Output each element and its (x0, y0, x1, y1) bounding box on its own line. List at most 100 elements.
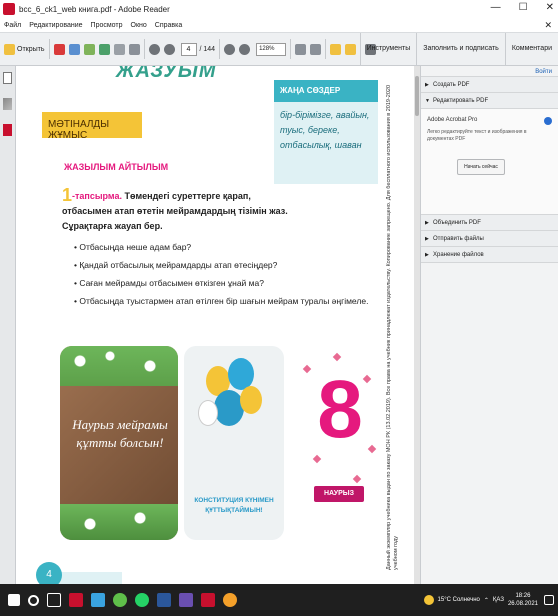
product-description: Легко редактируйте текст и изображения в… (427, 129, 527, 142)
comment-tab[interactable]: Комментари (504, 33, 558, 65)
constitution-day-image: КОНСТИТУЦИЯ КҮНІМЕН ҚҰТТЫҚТАЙМЫН! (184, 346, 284, 540)
chevron-right-icon: ▶ (425, 252, 429, 258)
nauryz-card-caption: Наурыз мейрамы құтты болсын! (72, 417, 168, 450)
task-label: -тапсырма. (72, 191, 122, 201)
page-total: / 144 (199, 45, 216, 53)
toolbar-divider (219, 39, 221, 59)
title-bar: bcc_6_ck1_web книга.pdf - Adobe Reader —… (0, 0, 558, 18)
export-icon[interactable] (83, 43, 95, 55)
app-icon[interactable] (69, 593, 83, 607)
edge-icon[interactable] (91, 593, 105, 607)
copyright-side-text: Данный экземпляр учебника выдан по заказ… (386, 84, 399, 570)
create-pdf-icon[interactable] (53, 43, 65, 55)
attachments-icon[interactable] (3, 124, 12, 136)
question-item: • Қандай отбасылық мейрамдарды атап өтес… (74, 260, 278, 270)
toolbar-divider (143, 39, 145, 59)
comment-icon[interactable] (330, 43, 342, 55)
send-files-section[interactable]: ▶ Отправить файлы (421, 231, 558, 247)
windows-start-icon[interactable] (8, 594, 20, 606)
chevron-down-icon: ▼ (425, 98, 430, 104)
tools-pane: Войти ▶ Создать PDF ▼ Редактировать PDF Ad… (420, 66, 558, 584)
close-button[interactable]: ✕ (546, 2, 554, 13)
pen-icon[interactable] (3, 98, 12, 110)
zoom-in-icon[interactable] (239, 43, 251, 55)
page-up-icon[interactable] (148, 43, 160, 55)
page-down-icon[interactable] (163, 43, 175, 55)
balloon (240, 386, 262, 414)
section-label: МӘТІНАЛДЫ ЖҰМЫС (42, 112, 142, 141)
new-words-body: бір-бірімізге, авайын, туыс, береке, отб… (274, 102, 378, 184)
menu-edit[interactable]: Редактирование (29, 22, 82, 29)
whatsapp-icon[interactable] (135, 593, 149, 607)
task-view-icon[interactable] (47, 593, 61, 607)
open-button[interactable]: Открыть (4, 43, 45, 55)
clock[interactable]: 18:26 26.08.2021 (508, 592, 538, 608)
create-pdf-section[interactable]: ▶ Создать PDF (421, 77, 558, 93)
network-icon[interactable]: ⌃ (484, 597, 489, 604)
task-statement: 1-тапсырма. Төмендегі суреттерге қарап, … (62, 186, 292, 234)
page-heading-fragment: ЖАЗУЫМ (116, 66, 217, 82)
weather-text[interactable]: 15°C Солнечно (438, 597, 480, 603)
start-now-button[interactable]: Начать сейчас (457, 159, 505, 175)
tools-tab[interactable]: Инструменты (359, 33, 417, 65)
product-name: Adobe Acrobat Pro (427, 117, 478, 123)
sign-in-link[interactable]: Войти (421, 66, 558, 77)
fit-page-icon[interactable] (295, 43, 307, 55)
activity-writing: ЖАЗЫЛЫМ (64, 162, 116, 172)
zoom-select[interactable]: 128% (256, 42, 287, 56)
toolbar: Открыть 4 / 144 128% Инструменты Заполни… (0, 32, 558, 66)
constitution-day-caption: КОНСТИТУЦИЯ КҮНІМЕН ҚҰТТЫҚТАЙМЫН! (194, 497, 274, 514)
store-files-section[interactable]: ▶ Хранение файлов (421, 247, 558, 263)
page-thumbnails-icon[interactable] (3, 72, 12, 84)
edit-pdf-section[interactable]: ▼ Редактировать PDF (421, 93, 558, 109)
combine-pdf-section[interactable]: ▶ Объединить PDF (421, 215, 558, 231)
print-icon[interactable] (113, 43, 125, 55)
fill-sign-tab[interactable]: Заполнить и подписать (416, 33, 505, 65)
notifications-icon[interactable] (544, 595, 554, 605)
open-label: Открыть (17, 45, 45, 53)
toolbar-divider (48, 39, 50, 59)
help-icon[interactable] (544, 117, 552, 125)
scrollbar-thumb[interactable] (415, 76, 419, 116)
firefox-icon[interactable] (223, 593, 237, 607)
highlight-icon[interactable] (345, 43, 357, 55)
adobe-reader-icon[interactable] (201, 593, 215, 607)
menu-window[interactable]: Окно (131, 22, 147, 29)
close-document-button[interactable]: ✕ (544, 20, 552, 31)
question-item: • Саған мейрамды отбасымен өткізген ұнай… (74, 278, 264, 288)
menu-file[interactable]: Файл (4, 22, 21, 29)
fit-width-icon[interactable] (310, 43, 322, 55)
zoom-out-icon[interactable] (224, 43, 236, 55)
word-icon[interactable] (157, 593, 171, 607)
activity-speaking: АЙТЫЛЫМ (118, 162, 169, 172)
document-view[interactable]: ЖАЗУЫМ МӘТІНАЛДЫ ЖҰМЫС ЖАҢА СӨЗДЕР бір-б… (16, 66, 414, 584)
menu-bar: Файл Редактирование Просмотр Окно Справк… (0, 18, 558, 32)
adobe-reader-icon (3, 3, 15, 15)
language-indicator[interactable]: ҚАЗ (493, 597, 504, 603)
question-item: • Отбасыңда неше адам бар? (74, 242, 192, 252)
clock-time: 18:26 (515, 593, 531, 599)
chevron-right-icon: ▶ (425, 220, 429, 226)
menu-view[interactable]: Просмотр (91, 22, 123, 29)
chrome-icon[interactable] (113, 593, 127, 607)
search-icon[interactable] (28, 594, 39, 606)
folder-icon (4, 43, 15, 55)
cloud-icon[interactable] (98, 43, 110, 55)
maximize-button[interactable]: ☐ (519, 2, 528, 13)
page-number-input[interactable]: 4 (180, 42, 197, 56)
toolbar-divider (325, 39, 327, 59)
question-list: • Отбасыңда неше адам бар? • Қандай отба… (74, 238, 368, 310)
eighth-march-image: 8 НАУРЫЗ (294, 346, 384, 540)
left-navigation-pane (0, 66, 16, 584)
page-number-badge: 4 (36, 562, 62, 584)
nauryz-banner: НАУРЫЗ (314, 486, 364, 502)
flowers-decoration (60, 504, 178, 540)
nauryz-card-image: Наурыз мейрамы құтты болсын! (60, 346, 178, 540)
email-icon[interactable] (128, 43, 140, 55)
activity-heading: ЖАЗЫЛЫМ АЙТЫЛЫМ (64, 162, 168, 172)
chevron-right-icon: ▶ (425, 82, 429, 88)
minimize-button[interactable]: — (491, 2, 501, 13)
menu-help[interactable]: Справка (155, 22, 182, 29)
edit-icon[interactable] (68, 43, 80, 55)
onenote-icon[interactable] (179, 593, 193, 607)
